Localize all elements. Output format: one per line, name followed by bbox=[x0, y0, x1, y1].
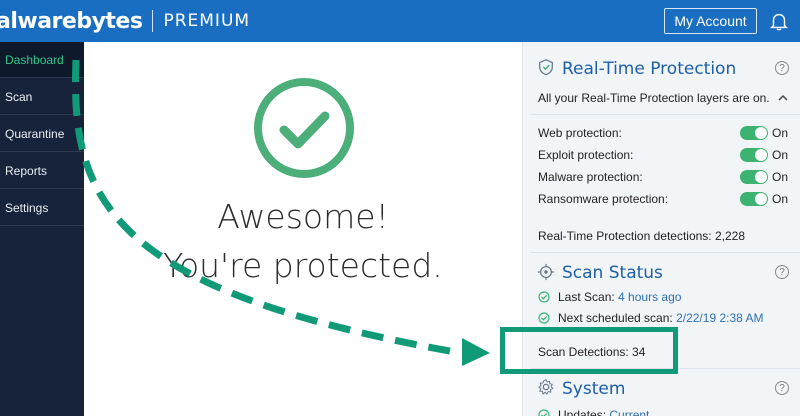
ransomware-protection-state: On bbox=[772, 192, 789, 206]
scan-target-icon bbox=[537, 263, 555, 281]
gear-icon bbox=[538, 379, 554, 395]
next-scan-link[interactable]: 2/22/19 2:38 AM bbox=[676, 311, 763, 325]
sidebar-item-reports[interactable]: Reports bbox=[0, 153, 84, 189]
ransomware-protection-toggle[interactable] bbox=[740, 192, 768, 206]
logo-separator bbox=[152, 10, 154, 32]
malware-protection-label: Malware protection: bbox=[538, 170, 643, 184]
sidebar: Dashboard Scan Quarantine Reports Settin… bbox=[0, 42, 84, 416]
last-scan-link[interactable]: 4 hours ago bbox=[618, 290, 681, 304]
check-circle-icon bbox=[538, 409, 550, 416]
malware-protection-toggle[interactable] bbox=[740, 170, 768, 184]
exploit-protection-toggle[interactable] bbox=[740, 148, 768, 162]
exploit-protection-state: On bbox=[772, 148, 789, 162]
chevron-up-icon[interactable] bbox=[777, 92, 789, 104]
last-scan-label: Last Scan: bbox=[558, 290, 615, 304]
updates-label: Updates: bbox=[558, 408, 607, 416]
system-help-icon[interactable]: ? bbox=[775, 381, 789, 395]
rtp-summary: All your Real-Time Protection layers are… bbox=[538, 91, 770, 105]
next-scan-label: Next scheduled scan: bbox=[558, 311, 673, 325]
app-header: alwarebytes PREMIUM My Account bbox=[0, 0, 800, 42]
exploit-protection-label: Exploit protection: bbox=[538, 148, 634, 162]
rtp-detections: Real-Time Protection detections: 2,228 bbox=[538, 229, 745, 243]
product-tier: PREMIUM bbox=[163, 11, 251, 31]
main-content: Awesome! You're protected. bbox=[84, 42, 522, 416]
sidebar-item-scan[interactable]: Scan bbox=[0, 79, 84, 115]
my-account-button[interactable]: My Account bbox=[664, 8, 757, 34]
web-protection-state: On bbox=[772, 126, 789, 140]
updates-row: Updates: Current bbox=[558, 408, 649, 416]
web-protection-toggle[interactable] bbox=[740, 126, 768, 140]
divider bbox=[531, 252, 800, 253]
malware-protection-state: On bbox=[772, 170, 789, 184]
last-scan-row: Last Scan: 4 hours ago bbox=[558, 290, 681, 304]
highlight-box bbox=[500, 327, 678, 374]
bell-icon[interactable] bbox=[768, 10, 790, 32]
updates-link[interactable]: Current bbox=[609, 408, 649, 416]
sidebar-item-quarantine[interactable]: Quarantine bbox=[0, 116, 84, 152]
rtp-help-icon[interactable]: ? bbox=[775, 61, 789, 75]
web-protection-label: Web protection: bbox=[538, 126, 622, 140]
scan-help-icon[interactable]: ? bbox=[775, 265, 789, 279]
ransomware-protection-label: Ransomware protection: bbox=[538, 192, 669, 206]
next-scan-row: Next scheduled scan: 2/22/19 2:38 AM bbox=[558, 311, 763, 325]
shield-icon bbox=[539, 59, 553, 76]
status-headline: Awesome! bbox=[217, 197, 389, 236]
checkmark-circle-icon bbox=[254, 78, 354, 178]
rtp-title: Real-Time Protection bbox=[562, 59, 737, 79]
scan-status-title: Scan Status bbox=[562, 263, 663, 283]
divider bbox=[531, 114, 800, 115]
sidebar-item-dashboard[interactable]: Dashboard bbox=[0, 42, 84, 78]
app-logo: alwarebytes PREMIUM bbox=[0, 8, 250, 34]
status-subheadline: You're protected. bbox=[163, 246, 443, 285]
check-circle-icon bbox=[538, 312, 550, 324]
system-title: System bbox=[562, 379, 626, 399]
sidebar-item-settings[interactable]: Settings bbox=[0, 190, 84, 226]
brand-name: alwarebytes bbox=[0, 8, 143, 34]
check-circle-icon bbox=[538, 291, 550, 303]
